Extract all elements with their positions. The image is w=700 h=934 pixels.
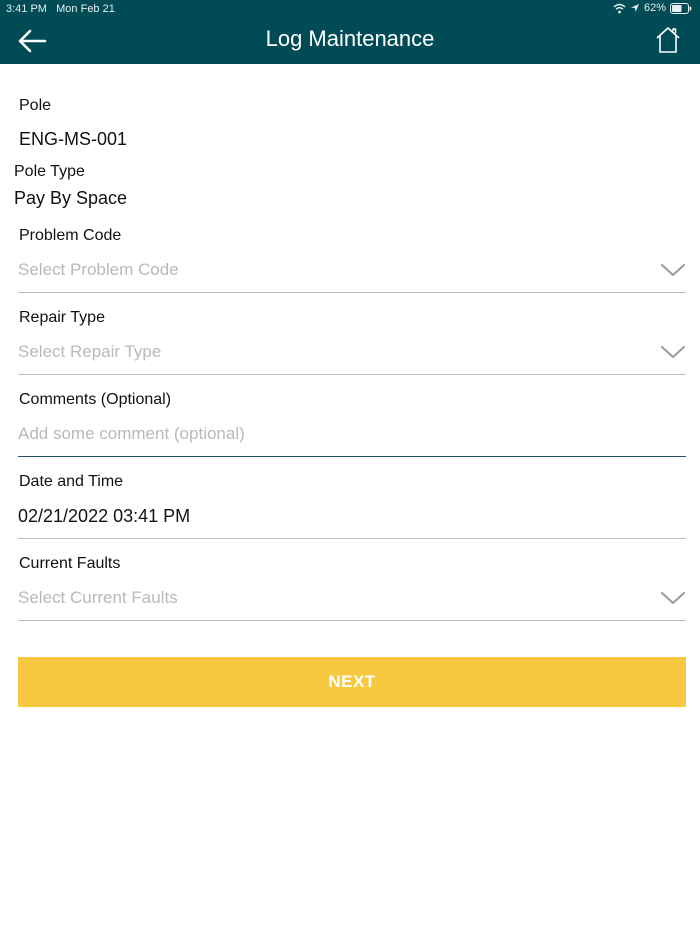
pole-type-label: Pole Type — [14, 163, 85, 180]
status-time: 3:41 PM — [6, 3, 47, 15]
battery-icon — [670, 2, 692, 14]
pole-type-value: Pay By Space — [14, 188, 128, 208]
chevron-down-icon — [661, 592, 685, 604]
date-time-value: 02/21/2022 03:41 PM — [18, 506, 191, 526]
home-button[interactable] — [654, 26, 682, 54]
repair-type-placeholder: Select Repair Type — [18, 342, 162, 361]
status-date: Mon Feb 21 — [56, 3, 115, 15]
date-time-field[interactable]: 02/21/2022 03:41 PM — [18, 498, 686, 539]
next-button[interactable]: NEXT — [18, 657, 686, 707]
date-time-label: Date and Time — [19, 473, 124, 490]
wifi-icon — [613, 3, 626, 13]
problem-code-select[interactable]: Select Problem Code — [18, 252, 686, 293]
repair-type-label: Repair Type — [19, 309, 105, 326]
status-indicators: 62% — [613, 2, 692, 14]
current-faults-select[interactable]: Select Current Faults — [18, 580, 686, 621]
home-icon — [656, 27, 680, 53]
comments-input[interactable]: Add some comment (optional) — [18, 416, 686, 457]
status-time-date: 3:41 PM Mon Feb 21 — [6, 3, 115, 15]
comments-label: Comments (Optional) — [19, 391, 172, 408]
chevron-down-icon — [661, 346, 685, 358]
page-title: Log Maintenance — [265, 26, 435, 51]
pole-value: ENG-MS-001 — [19, 129, 128, 149]
comments-placeholder: Add some comment (optional) — [18, 424, 245, 443]
problem-code-label: Problem Code — [19, 227, 122, 244]
battery-percent: 62% — [643, 2, 666, 14]
status-bar: 3:41 PM Mon Feb 21 62% — [0, 0, 700, 18]
pole-label: Pole — [19, 97, 52, 114]
chevron-down-icon — [661, 264, 685, 276]
current-faults-placeholder: Select Current Faults — [18, 588, 178, 607]
location-arrow-icon — [630, 4, 639, 12]
problem-code-placeholder: Select Problem Code — [18, 260, 179, 279]
nav-bar: Log Maintenance — [0, 18, 700, 64]
repair-type-select[interactable]: Select Repair Type — [18, 334, 686, 375]
current-faults-label: Current Faults — [19, 555, 121, 572]
